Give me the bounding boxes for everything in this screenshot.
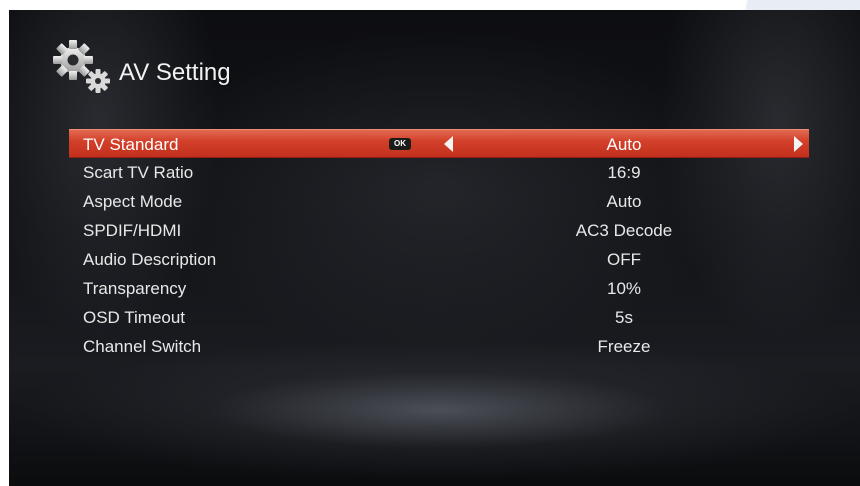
menu-row-label: TV Standard <box>83 135 179 154</box>
menu-row-value: 10% <box>606 279 642 298</box>
menu-row-label: OSD Timeout <box>83 308 186 327</box>
menu-row-value: Freeze <box>597 337 651 356</box>
menu-row-aspect-mode[interactable]: Aspect Mode Auto <box>69 187 809 216</box>
menu-row-osd-timeout[interactable]: OSD Timeout 5s <box>69 303 809 332</box>
menu-row-label: Scart TV Ratio <box>83 163 194 182</box>
menu-row-audio-description[interactable]: Audio Description OFF <box>69 245 809 274</box>
gears-icon <box>51 38 113 96</box>
menu-row-label: Channel Switch <box>83 337 202 356</box>
menu-row-value: 5s <box>615 308 633 327</box>
menu-row-value: 16:9 <box>607 163 641 182</box>
menu-row-value: AC3 Decode <box>575 221 673 240</box>
menu-row-value: Auto <box>606 135 642 154</box>
ok-button-icon: OK <box>389 138 411 150</box>
tv-screen: AV Setting TV Standard OK Auto Scart TV … <box>9 10 860 486</box>
menu-row-spdif-hdmi[interactable]: SPDIF/HDMI AC3 Decode <box>69 216 809 245</box>
menu-row-tv-standard[interactable]: TV Standard OK Auto <box>69 129 809 158</box>
page-title: AV Setting <box>119 59 231 86</box>
menu-row-label: SPDIF/HDMI <box>83 221 182 240</box>
settings-menu: TV Standard OK Auto Scart TV Ratio 16:9 … <box>69 129 809 361</box>
title-bar: AV Setting <box>51 38 231 96</box>
menu-row-value: OFF <box>607 250 641 269</box>
arrow-left-icon[interactable] <box>444 136 453 152</box>
arrow-right-icon[interactable] <box>794 136 803 152</box>
menu-row-channel-switch[interactable]: Channel Switch Freeze <box>69 332 809 361</box>
menu-row-label: Transparency <box>83 279 187 298</box>
menu-row-transparency[interactable]: Transparency 10% <box>69 274 809 303</box>
menu-row-label: Audio Description <box>83 250 217 269</box>
menu-row-scart-tv-ratio[interactable]: Scart TV Ratio 16:9 <box>69 158 809 187</box>
menu-row-label: Aspect Mode <box>83 192 183 211</box>
menu-row-value: Auto <box>606 192 642 211</box>
